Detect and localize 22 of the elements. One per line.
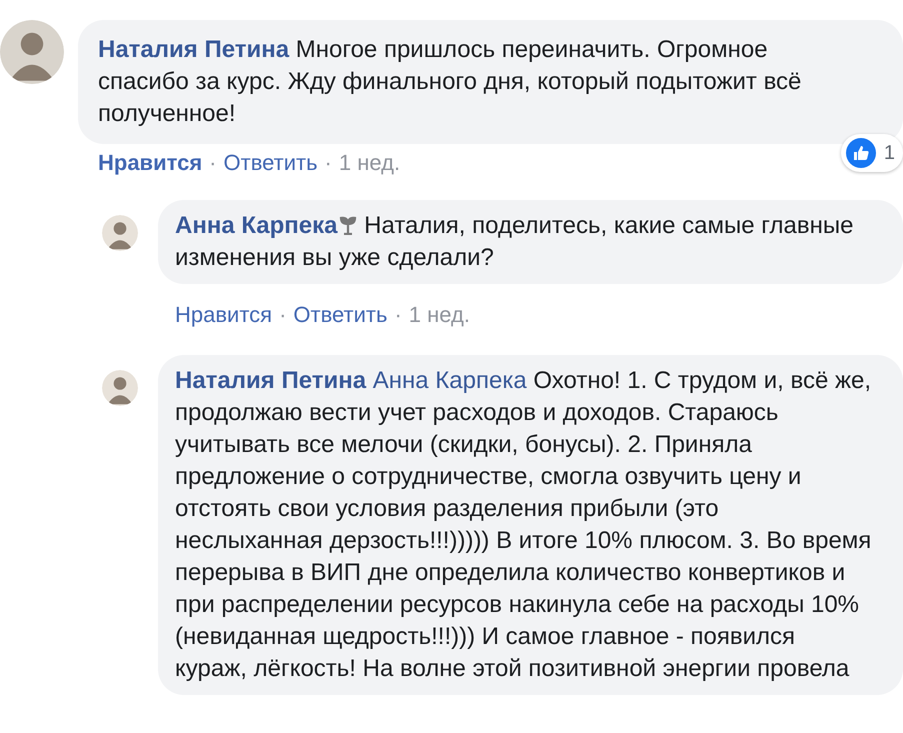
comment-text: Анна Карпека Наталия, поделитесь, какие самые главные изменения вы уже сделали? — [175, 212, 854, 271]
mention-link[interactable]: Анна Карпека — [372, 367, 527, 394]
author-link[interactable]: Наталия Петина — [175, 367, 366, 394]
author-link[interactable]: Анна Карпека — [175, 212, 338, 239]
author-link[interactable]: Наталия Петина — [98, 36, 290, 63]
like-link[interactable]: Нравится — [98, 150, 202, 176]
thumbs-up-icon — [846, 138, 876, 168]
reply-link[interactable]: Ответить — [293, 302, 388, 328]
separator-dot: · — [324, 150, 332, 176]
comment-text: Наталия Петина Анна Карпека Охотно! 1. С трудом и, всё же, продолжаю вести учет расходов и доходов. Стараюсь учитывать все мелочи (скидки, бонусы). 2. Приняла предложение о сотрудничестве, смогла озвучить цену и отстоять свои условия разделения прибыли (это неслыханная дерзость!!!))))) В итоге 10% плюсом. 3. Во время перерыва в ВИП дне определила количество конвертиков и при распределении ресурсов накинула себе на расходы 10% (невиданная щедрость!!!))) И самое главное - появился кураж, лёгкость! На волне этой позитивной энергии провела — [175, 367, 872, 682]
timestamp: 1 нед. — [408, 302, 470, 328]
avatar-icon[interactable] — [0, 20, 64, 84]
reply-link[interactable]: Ответить — [224, 150, 318, 176]
reaction-badge[interactable]: 1 — [840, 134, 903, 172]
separator-dot: · — [209, 150, 216, 176]
timestamp: 1 нед. — [338, 150, 400, 176]
comment-text: Наталия Петина Многое пришлось переиначить. Огромное спасибо за курс. Жду финального дня, который подытожит всё полученное! — [98, 36, 802, 127]
avatar-icon[interactable] — [102, 215, 138, 251]
separator-dot: · — [394, 302, 402, 328]
like-link[interactable]: Нравится — [175, 302, 272, 328]
separator-dot: · — [279, 302, 286, 328]
avatar-icon[interactable] — [102, 370, 138, 406]
